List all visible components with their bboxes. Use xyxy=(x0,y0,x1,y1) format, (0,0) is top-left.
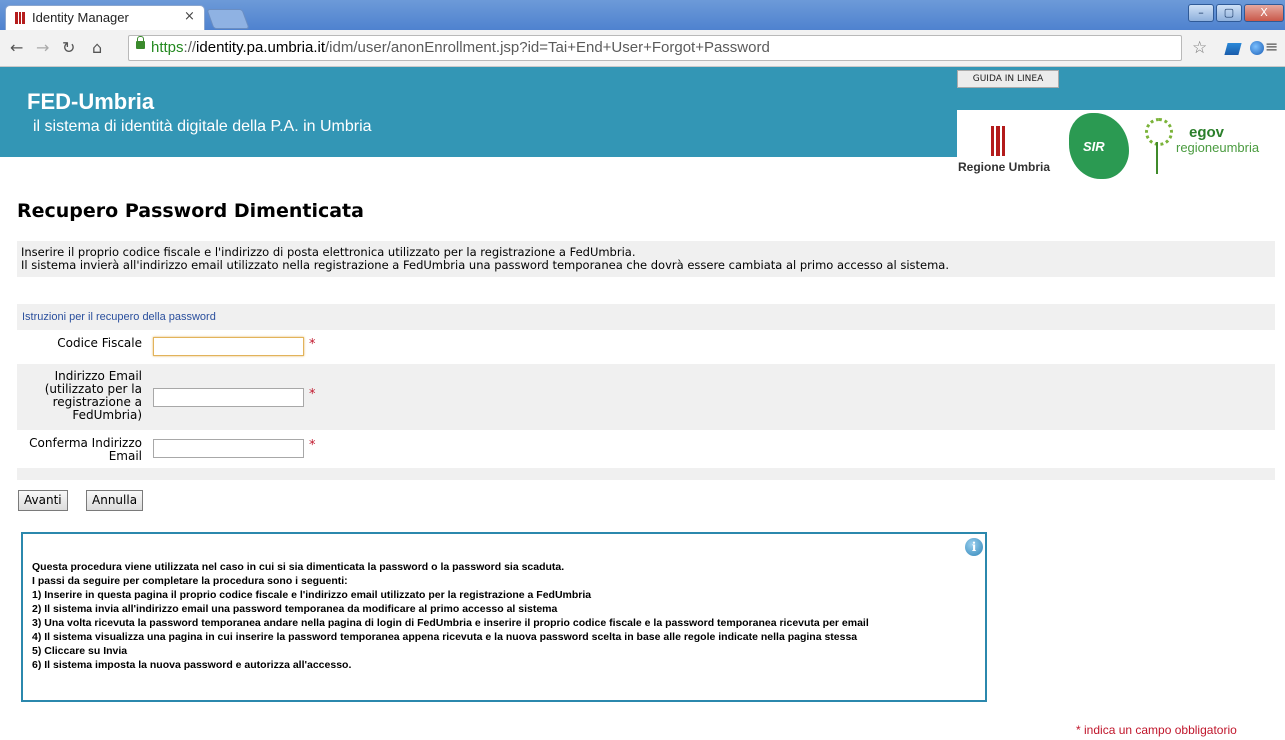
info-line: 4) Il sistema visualizza una pagina in c… xyxy=(32,631,858,643)
partner-logos: Regione Umbria SIR egov regioneumbria xyxy=(957,110,1285,182)
info-line: 6) Il sistema imposta la nuova password … xyxy=(32,659,352,671)
required-footnote: * indica un campo obbligatorio xyxy=(1076,723,1237,737)
tab-close-icon[interactable]: × xyxy=(184,9,195,24)
intro-line: Il sistema invierà all'indirizzo email u… xyxy=(21,258,950,272)
back-arrow-icon[interactable]: ← xyxy=(10,38,23,57)
home-icon[interactable]: ⌂ xyxy=(92,38,102,57)
site-title: FED-Umbria xyxy=(27,89,155,114)
regione-umbria-logo-icon xyxy=(991,126,1005,156)
page-title: Recupero Password Dimenticata xyxy=(17,200,364,222)
codice-fiscale-input[interactable] xyxy=(153,337,304,356)
address-bar[interactable]: https://identity.pa.umbria.it/idm/user/a… xyxy=(128,35,1182,61)
form-footer-band xyxy=(17,468,1275,480)
close-window-button[interactable]: X xyxy=(1244,4,1284,22)
maximize-button[interactable]: ▢ xyxy=(1216,4,1242,22)
info-icon: i xyxy=(965,538,983,556)
site-subtitle: il sistema di identità digitale della P.… xyxy=(33,118,372,135)
extension-icon[interactable] xyxy=(1224,43,1242,55)
info-line: 2) Il sistema invia all'indirizzo email … xyxy=(32,603,558,615)
url-text: https://identity.pa.umbria.it/idm/user/a… xyxy=(151,39,770,56)
email-label: Indirizzo Email (utilizzato per la regis… xyxy=(44,369,142,422)
tab-favicon-icon xyxy=(15,12,26,24)
info-line: 1) Inserire in questa pagina il proprio … xyxy=(32,589,592,601)
codice-fiscale-label: Codice Fiscale xyxy=(57,336,142,350)
minimize-button[interactable]: – xyxy=(1188,4,1214,22)
email-row: Indirizzo Email (utilizzato per la regis… xyxy=(17,364,1275,430)
instructions-link[interactable]: Istruzioni per il recupero della passwor… xyxy=(22,311,216,323)
window-controls: – ▢ X xyxy=(1188,4,1284,22)
required-footnote-text: indica un campo obbligatorio xyxy=(1084,723,1237,737)
tab-title: Identity Manager xyxy=(32,10,129,25)
info-text: Questa procedura viene utilizzata nel ca… xyxy=(32,560,869,672)
info-line: I passi da seguire per completare la pro… xyxy=(32,575,348,587)
next-button[interactable]: Avanti xyxy=(18,490,68,511)
form-header: Istruzioni per il recupero della passwor… xyxy=(17,304,1275,330)
extension-globe-icon[interactable] xyxy=(1250,41,1264,55)
lock-icon xyxy=(136,36,145,49)
required-mark: * xyxy=(309,337,316,352)
reload-icon[interactable]: ↻ xyxy=(62,38,75,57)
info-line: Questa procedura viene utilizzata nel ca… xyxy=(32,561,565,573)
browser-tab[interactable]: Identity Manager × xyxy=(6,6,204,30)
confirm-email-input[interactable] xyxy=(153,439,304,458)
forward-arrow-icon[interactable]: → xyxy=(36,38,49,57)
confirm-email-row: Conferma Indirizzo Email * xyxy=(17,430,1275,468)
required-mark: * xyxy=(309,387,316,402)
required-mark: * xyxy=(1076,723,1081,737)
bookmark-star-icon[interactable]: ☆ xyxy=(1192,38,1207,58)
cancel-button[interactable]: Annulla xyxy=(86,490,144,511)
required-mark: * xyxy=(309,438,316,453)
browser-titlebar: Identity Manager × – ▢ X xyxy=(0,0,1285,30)
egov-flower-icon xyxy=(1143,116,1173,176)
confirm-email-label: Conferma Indirizzo Email xyxy=(29,436,142,463)
menu-icon[interactable]: ≡ xyxy=(1265,37,1278,56)
egov-logo-text: egov xyxy=(1189,124,1225,141)
online-help-button[interactable]: GUIDA IN LINEA xyxy=(957,70,1059,88)
codice-fiscale-row: Codice Fiscale * xyxy=(17,330,1275,364)
info-line: 3) Una volta ricevuta la password tempor… xyxy=(32,617,869,629)
sir-umbria-logo-icon: SIR xyxy=(1069,113,1129,179)
regione-umbria-label: Regione Umbria xyxy=(958,160,1051,174)
new-tab-button[interactable] xyxy=(206,9,250,29)
intro-text: Inserire il proprio codice fiscale e l'i… xyxy=(17,241,1275,277)
egov-logo-subtext: regioneumbria xyxy=(1176,140,1260,155)
info-line: 5) Cliccare su Invia xyxy=(32,645,128,657)
info-box: i Questa procedura viene utilizzata nel … xyxy=(21,532,987,702)
email-input[interactable] xyxy=(153,388,304,407)
browser-toolbar: ← → ↻ ⌂ https://identity.pa.umbria.it/id… xyxy=(0,30,1285,67)
